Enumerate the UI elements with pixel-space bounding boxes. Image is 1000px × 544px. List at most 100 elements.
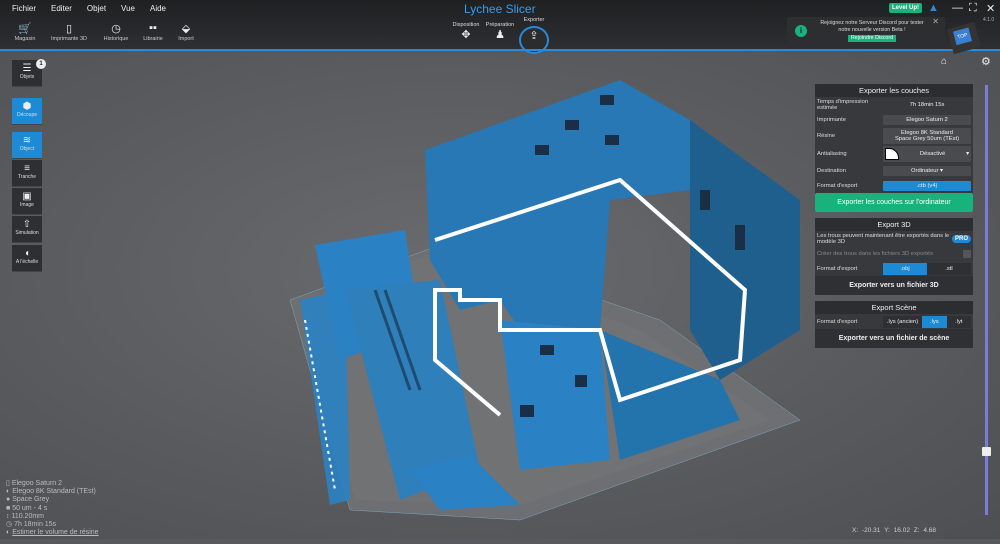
format-obj[interactable]: .obj	[883, 262, 927, 275]
format-select[interactable]: .ctb (v4)	[883, 180, 971, 191]
minimize-button[interactable]: —	[952, 2, 963, 14]
status-height: 110.20mm	[11, 512, 45, 520]
layers-icon: ≋	[22, 135, 32, 146]
export-3d-section: Export 3D Les trous peuvent maintenant ê…	[815, 218, 973, 295]
resin-select[interactable]: Elegoo 8K Standard Space Grey 50um (TEst)	[883, 128, 971, 144]
status-color: Space Grey	[12, 496, 50, 504]
toolbar-label: Historique	[103, 36, 129, 42]
app-title: Lychee Slicer	[464, 2, 536, 16]
cart-icon: 🛒	[18, 23, 32, 35]
format-lys[interactable]: .lys	[922, 315, 947, 328]
image-button[interactable]: ▣ Image	[12, 188, 42, 215]
time-label: Temps d'impression estimée	[817, 98, 869, 111]
toolbar-label: Import	[178, 36, 194, 42]
toolbar-label: Librairie	[143, 36, 163, 42]
menu-fichier[interactable]: Fichier	[12, 4, 36, 13]
info-icon: i	[795, 25, 807, 37]
toolbar-import[interactable]: ⬙ Import	[166, 22, 206, 42]
move-icon: ✥	[461, 29, 471, 41]
antialiasing-preview-icon	[885, 148, 899, 160]
version-label: 4.1.0	[983, 17, 995, 23]
close-button[interactable]: ✕	[986, 2, 995, 15]
destination-select[interactable]: Ordinateur ▾	[883, 165, 971, 176]
level-up-button[interactable]: Level Up!	[889, 3, 923, 13]
toolbar-divider	[0, 49, 1000, 51]
printer-icon: ▯	[6, 480, 10, 487]
destination-value: Ordinateur	[911, 167, 939, 174]
decoupe-button[interactable]: ⬢ Découpe	[12, 98, 42, 125]
object-button[interactable]: ≋ Object	[12, 132, 42, 159]
image-icon: ▣	[22, 191, 32, 202]
menu-vue[interactable]: Vue	[121, 4, 135, 13]
holes-info: Les trous peuvent maintenant être export…	[817, 232, 950, 245]
menu-editer[interactable]: Editer	[51, 4, 72, 13]
status-time: 7h 18min 15s	[14, 521, 57, 529]
chevron-down-icon: ▾	[966, 151, 969, 157]
coord-y: Y: 16.02	[884, 527, 910, 534]
notification-text: Rejoignez notre Serveur Discord pour tes…	[820, 20, 924, 33]
discord-notification: i Rejoignez notre Serveur Discord pour t…	[787, 17, 945, 47]
printer-select[interactable]: Elegoo Saturn 2	[883, 114, 971, 125]
export-scene-button[interactable]: Exporter vers un fichier de scène	[815, 329, 973, 348]
menu-aide[interactable]: Aide	[150, 4, 166, 13]
export-layers-button[interactable]: Exporter les couches sur l'ordinateur	[815, 193, 973, 212]
coord-z: Z: 4.68	[913, 527, 936, 534]
menu-objet[interactable]: Objet	[87, 4, 106, 13]
scale-label: A l'échelle	[15, 259, 39, 265]
export-panel: Exporter les couches Temps d'impression …	[815, 84, 973, 354]
palette-icon: ●	[6, 496, 11, 504]
mode-disposition[interactable]: Disposition ✥	[448, 22, 484, 41]
format-label: Format d'export	[817, 265, 858, 272]
history-icon: ◷	[111, 23, 121, 35]
home-icon[interactable]: ⌂	[941, 56, 947, 67]
format-lyt[interactable]: .lyt	[946, 315, 971, 328]
format-label: Format d'export	[817, 182, 858, 189]
close-notification-icon[interactable]: ✕	[932, 17, 939, 26]
toolbar-magasin[interactable]: 🛒 Magasin	[5, 22, 45, 42]
status-layer: 50 um - 4 s	[12, 504, 48, 512]
scale-button[interactable]: ◖ A l'échelle	[12, 245, 42, 272]
simulation-button[interactable]: ⇧ Simulation	[12, 216, 42, 243]
toolbar-imprimante[interactable]: ▯ Imprimante 3D	[48, 22, 90, 42]
antialiasing-select[interactable]: Désactivé ▾	[883, 146, 971, 162]
coordinates-readout: X: -20.31 Y: 16.02 Z: 4.68	[852, 527, 936, 534]
status-resin: Elegoo 8K Standard (TEst)	[12, 488, 96, 496]
scale-icon: ◖	[23, 248, 31, 259]
export-icon: ⇪	[529, 30, 539, 42]
toolbar-historique[interactable]: ◷ Historique	[96, 22, 136, 42]
mode-label: Exporter	[523, 17, 545, 23]
slice-icon: ≡	[24, 163, 30, 174]
destination-label: Destination	[817, 167, 847, 174]
antialiasing-label: Antialiasing	[817, 151, 847, 157]
layer-slider-handle[interactable]	[982, 447, 991, 456]
view-cube-top[interactable]: TOP	[952, 27, 973, 46]
gear-icon[interactable]: ⚙	[981, 55, 991, 68]
pro-badge: PRO	[951, 234, 971, 243]
support-icon: ♟	[495, 29, 505, 41]
format-stl[interactable]: .stl	[927, 262, 971, 275]
image-label: Image	[20, 202, 34, 208]
mode-exporter[interactable]: Exporter ⇪	[516, 17, 552, 42]
antialiasing-value: Désactivé	[919, 151, 946, 157]
section-title: Export 3D	[815, 218, 973, 231]
hexagon-icon: ⬢	[22, 101, 32, 112]
object-label: Object	[19, 146, 35, 152]
export-3d-button[interactable]: Exporter vers un fichier 3D	[815, 276, 973, 295]
format-lys-old[interactable]: .lys (ancien)	[883, 315, 923, 328]
estimate-resin-link[interactable]: Estimer le volume de résine	[12, 529, 98, 536]
mode-preparation[interactable]: Préparation ♟	[482, 22, 518, 41]
holes-checkbox[interactable]	[963, 249, 971, 258]
join-discord-button[interactable]: Rejoindre Discord	[847, 35, 897, 42]
format-label: Format d'export	[817, 318, 858, 325]
maximize-button[interactable]: ⛶	[969, 2, 977, 15]
menu-bar: Fichier Editer Objet Vue Aide	[12, 4, 166, 13]
resin-label: Résine	[817, 133, 836, 139]
holes-label: Créer des trous dans les fichiers 3D exp…	[817, 250, 933, 257]
clock-icon: ◷	[6, 521, 13, 529]
resin-icon: ◐	[6, 488, 11, 496]
tranche-button[interactable]: ≡ Tranche	[12, 160, 42, 187]
objects-count-badge: 1	[36, 59, 46, 69]
warning-icon[interactable]: ▲	[928, 2, 939, 14]
phone-icon: ▯	[65, 23, 73, 35]
section-title: Export Scène	[815, 301, 973, 314]
